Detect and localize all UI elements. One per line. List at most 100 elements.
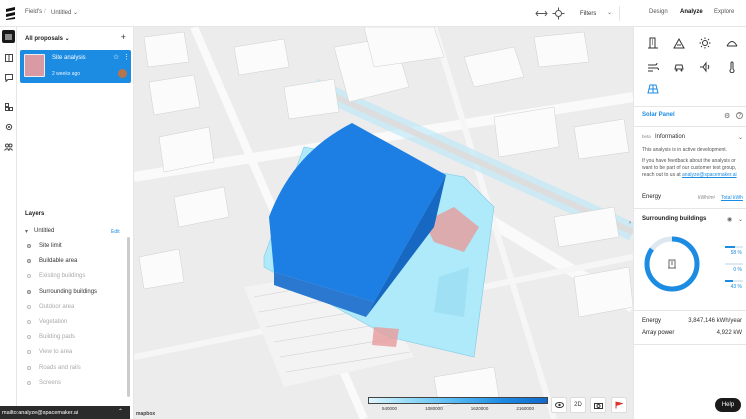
chevron-down-icon[interactable]: ⌄ <box>738 134 743 141</box>
people-icon <box>4 143 13 151</box>
feedback-text: If you have feedback about the analysis … <box>642 158 742 179</box>
legend-ticks: 540000 1080000 1620000 2160000 <box>368 406 548 411</box>
star-icon[interactable]: ☆ <box>113 53 119 61</box>
layer-toggle-dot[interactable] <box>27 304 31 309</box>
gear-icon <box>5 123 12 130</box>
layer-item[interactable]: Roads and rails <box>25 363 81 373</box>
flag-button[interactable] <box>611 397 627 413</box>
rail-settings-button[interactable] <box>2 120 15 133</box>
legend-tick: 1620000 <box>470 406 489 411</box>
layer-label: Screens <box>39 379 62 386</box>
menu-icon <box>5 34 12 39</box>
unit-per-m2[interactable]: kWh/m² <box>698 195 715 201</box>
layers-scrollbar[interactable] <box>127 237 130 397</box>
chevron-up-icon[interactable]: ⌃ <box>118 408 123 415</box>
noise-icon[interactable] <box>699 61 711 73</box>
add-proposal-button[interactable]: + <box>121 32 126 42</box>
measure-icon[interactable] <box>535 7 548 20</box>
layer-item[interactable]: Site limit <box>25 241 62 251</box>
analysis-panel: Solar Panel ⚙ ? beta Information ⌄ This … <box>633 27 746 419</box>
solar-panel-icon[interactable] <box>647 83 659 95</box>
proposals-panel: All proposals ⌄ + Site analysis 2 weeks … <box>17 27 134 419</box>
eye-icon[interactable]: ◉ <box>727 216 732 223</box>
layer-toggle-dot[interactable] <box>27 320 31 324</box>
filters-dropdown[interactable]: Filters ⌄ <box>572 6 620 21</box>
grid-icon <box>4 102 13 111</box>
percentage-bar <box>725 263 743 265</box>
view-2d-button[interactable]: 2D <box>570 397 586 413</box>
legend-tick: 1080000 <box>425 406 443 411</box>
sun-icon[interactable] <box>699 37 711 49</box>
breadcrumb-project[interactable]: Field's <box>25 9 42 15</box>
layer-toggle-dot[interactable] <box>27 274 31 279</box>
chevron-right-icon[interactable]: › <box>629 220 631 226</box>
eye-icon <box>554 402 564 408</box>
unit-total[interactable]: Total kWh <box>721 195 743 201</box>
map-canvas[interactable] <box>134 27 633 419</box>
breadcrumb-separator: / <box>44 9 46 15</box>
chevron-down-icon[interactable]: ⌄ <box>738 216 743 223</box>
layer-item[interactable]: Building pads <box>25 332 75 342</box>
beta-badge: beta <box>642 134 651 139</box>
divider <box>634 310 746 311</box>
crosshair-icon[interactable] <box>552 7 565 20</box>
rail-components-button[interactable] <box>2 100 15 113</box>
layer-toggle-dot[interactable] <box>27 335 31 340</box>
proposal-card[interactable]: Site analysis 2 weeks ago ☆ ⋮ <box>20 50 131 83</box>
layer-item[interactable]: Outdoor area <box>25 302 74 312</box>
layer-root[interactable]: ▾ Untitled <box>25 226 54 236</box>
filters-label: Filters <box>580 10 597 17</box>
surrounding-buildings-title: Surrounding buildings <box>642 216 707 222</box>
legend-gradient <box>368 397 548 404</box>
breadcrumb-proposal[interactable]: Untitled ⌄ <box>51 9 78 16</box>
layer-toggle-dot[interactable] <box>27 244 31 248</box>
percentage-bar <box>725 246 743 248</box>
layer-item[interactable]: Buildable area <box>25 256 77 266</box>
layer-toggle-dot[interactable] <box>27 350 31 355</box>
daylight-icon[interactable] <box>726 37 738 49</box>
layer-toggle-dot[interactable] <box>27 380 31 385</box>
layer-toggle-dot[interactable] <box>27 365 31 370</box>
layer-toggle-dot[interactable] <box>27 259 31 264</box>
help-button[interactable]: Help <box>715 398 741 412</box>
building-icon[interactable] <box>647 37 659 49</box>
mapbox-logo: mapbox <box>136 411 156 417</box>
visibility-button[interactable] <box>551 397 567 413</box>
layer-label: Site limit <box>39 243 62 249</box>
result-power-label: Array power <box>642 330 675 336</box>
layer-toggle-dot[interactable] <box>27 289 31 294</box>
layer-item[interactable]: Surrounding buildings <box>25 287 97 297</box>
layer-item[interactable]: View to area <box>25 347 72 357</box>
rail-library-button[interactable] <box>2 51 15 64</box>
chevron-down-icon: ⌄ <box>606 10 612 16</box>
tab-explore[interactable]: Explore <box>714 9 734 15</box>
view-icon[interactable] <box>673 37 685 49</box>
percentage-label: 58 % <box>730 250 742 256</box>
layer-item[interactable]: Existing buildings <box>25 271 85 281</box>
percentage-label: 0 % <box>733 267 742 273</box>
all-proposals-dropdown[interactable]: All proposals ⌄ <box>25 35 70 42</box>
layer-item[interactable]: Screens <box>25 378 61 388</box>
percentage-bar-fill <box>725 280 733 282</box>
feedback-email-link[interactable]: analyze@spacemaker.ai <box>682 172 737 178</box>
layer-item[interactable]: Vegetation <box>25 317 67 327</box>
temperature-icon[interactable] <box>726 61 738 73</box>
more-icon[interactable]: ⋮ <box>123 53 130 61</box>
gear-icon[interactable]: ⚙ <box>724 112 730 120</box>
building-icon <box>668 259 676 269</box>
rail-proposals-button[interactable] <box>2 30 15 43</box>
layer-label: Vegetation <box>39 319 68 325</box>
help-icon[interactable]: ? <box>736 112 743 119</box>
information-toggle[interactable]: Information <box>655 134 685 140</box>
traffic-icon[interactable] <box>673 61 685 73</box>
rail-comments-button[interactable] <box>2 71 15 84</box>
screenshot-button[interactable] <box>590 397 606 413</box>
edit-layers-button[interactable]: Edit <box>111 229 120 235</box>
rail-team-button[interactable] <box>2 140 15 153</box>
tab-design[interactable]: Design <box>649 9 668 15</box>
layers-title: Layers <box>25 211 45 217</box>
map-view[interactable] <box>134 27 633 419</box>
tab-analyze[interactable]: Analyze <box>680 9 703 15</box>
wind-icon[interactable] <box>647 61 659 73</box>
spacemaker-logo[interactable] <box>5 6 16 20</box>
